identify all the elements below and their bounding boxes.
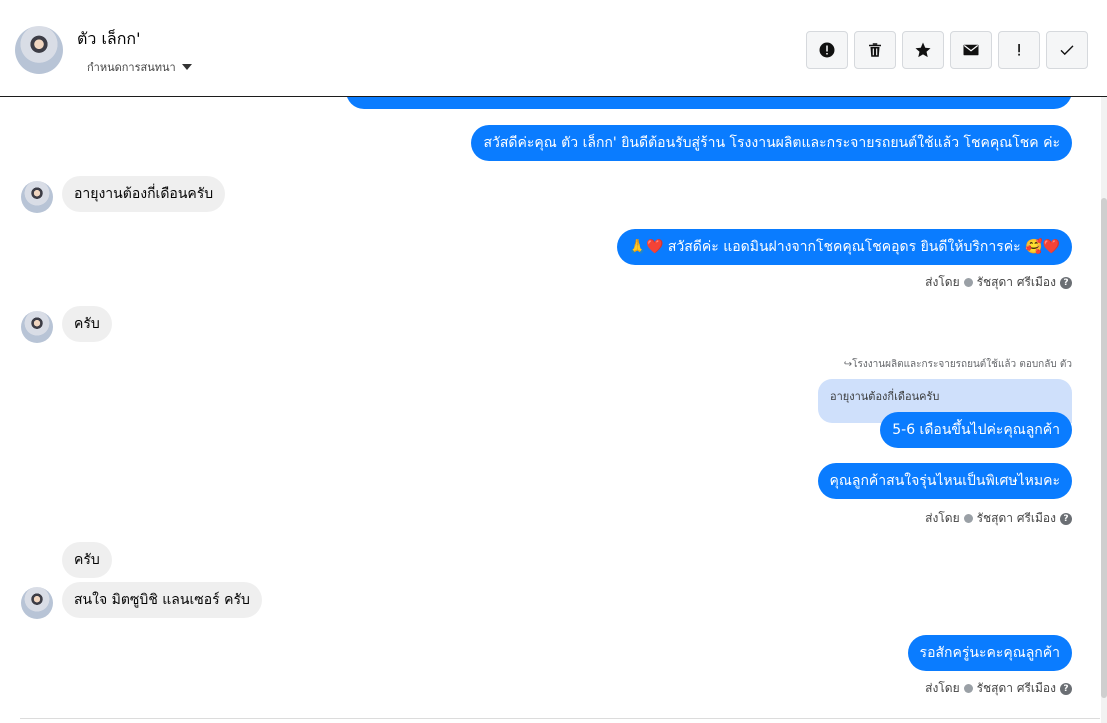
message-bubble-outgoing[interactable]: 5-6 เดือนขึ้นไปค่ะคุณลูกค้า [880,412,1072,448]
message-text: 5-6 เดือนขึ้นไปค่ะคุณลูกค้า [892,422,1060,438]
contact-avatar-small [21,181,53,213]
message-bubble-incoming[interactable]: สนใจ มิตซูบิชิ แลนเซอร์ ครับ [62,582,262,618]
composer-divider [20,718,1100,719]
message-text: ครับ [74,316,100,332]
message-text: รอสักครู่นะคะคุณลูกค้า [919,645,1060,661]
alert-button[interactable] [806,31,848,69]
message-bubble-incoming[interactable]: ครับ [62,542,112,578]
quoted-text: อายุงานต้องกี่เดือนครับ [830,390,940,403]
sent-by-prefix: ส่งโดย [925,681,960,695]
alert-circle-icon [819,42,835,58]
conversation-header: ตัว เล็กก' กำหนดการสนทนา [0,0,1107,97]
check-icon [1060,45,1074,56]
sent-by-prefix: ส่งโดย [925,511,960,525]
exclamation-icon [1018,44,1020,56]
message-text: อายุงานต้องกี่เดือนครับ [74,186,214,202]
help-icon[interactable]: ? [1060,276,1072,289]
message-text: 🙏❤️ สวัสดีค่ะ แอดมินฝางจากโชคคุณโชคอุดร … [628,239,1060,255]
scrollbar-thumb[interactable] [1101,198,1107,698]
done-button[interactable] [1046,31,1088,69]
reply-note: ↪โรงงานผลิตและกระจายรถยนต์ใช้แล้ว ตอบกลั… [843,359,1072,370]
star-icon [915,42,931,58]
message-text: คุณลูกค้าสนใจรุ่นไหนเป็นพิเศษไหมคะ [829,473,1060,489]
message-bubble-outgoing[interactable]: 🙏❤️ สวัสดีค่ะ แอดมินฝางจากโชคคุณโชคอุดร … [616,229,1072,265]
sent-by-line: ส่งโดย รัชสุดา ศรีเมือง ? [925,273,1072,292]
sent-by-line: ส่งโดย รัชสุดา ศรีเมือง ? [925,509,1072,528]
mail-button[interactable] [950,31,992,69]
contact-avatar[interactable] [15,26,63,74]
message-bubble-outgoing[interactable]: รอสักครู่นะคะคุณลูกค้า [907,635,1072,671]
delete-button[interactable] [854,31,896,69]
help-icon[interactable]: ? [1060,682,1072,695]
message-bubble-incoming[interactable]: อายุงานต้องกี่เดือนครับ [62,176,226,212]
conversation-status-dropdown[interactable]: กำหนดการสนทนา [87,58,192,76]
sent-by-line: ส่งโดย รัชสุดา ศรีเมือง ? [925,679,1072,698]
message-text: ครับ [74,552,100,568]
important-button[interactable] [998,31,1040,69]
envelope-icon [963,44,979,56]
sent-by-agent: รัชสุดา ศรีเมือง [976,275,1056,289]
agent-status-icon [963,684,973,693]
message-text: สวัสดีค่ะคุณ ตัว เล็กก' ยินดีต้อนรับสู่ร… [483,135,1060,151]
sent-by-prefix: ส่งโดย [925,275,960,289]
trash-icon [869,43,881,57]
message-bubble-incoming[interactable]: ครับ [62,306,112,342]
contact-name[interactable]: ตัว เล็กก' [77,27,141,52]
sent-by-agent: รัชสุดา ศรีเมือง [976,681,1056,695]
agent-status-icon [963,278,973,287]
contact-avatar-small [21,587,53,619]
conversation-status-label: กำหนดการสนทนา [87,61,176,74]
help-icon[interactable]: ? [1060,512,1072,525]
sent-by-agent: รัชสุดา ศรีเมือง [976,511,1056,525]
star-button[interactable] [902,31,944,69]
message-bubble-outgoing[interactable]: สวัสดีค่ะคุณ ตัว เล็กก' ยินดีต้อนรับสู่ร… [471,125,1072,161]
header-actions [806,31,1088,69]
message-bubble-outgoing[interactable]: คุณลูกค้าสนใจรุ่นไหนเป็นพิเศษไหมคะ [817,463,1072,499]
contact-avatar-small [21,311,53,343]
agent-status-icon [963,514,973,523]
message-text: สนใจ มิตซูบิชิ แลนเซอร์ ครับ [74,592,250,608]
caret-down-icon [181,64,192,70]
